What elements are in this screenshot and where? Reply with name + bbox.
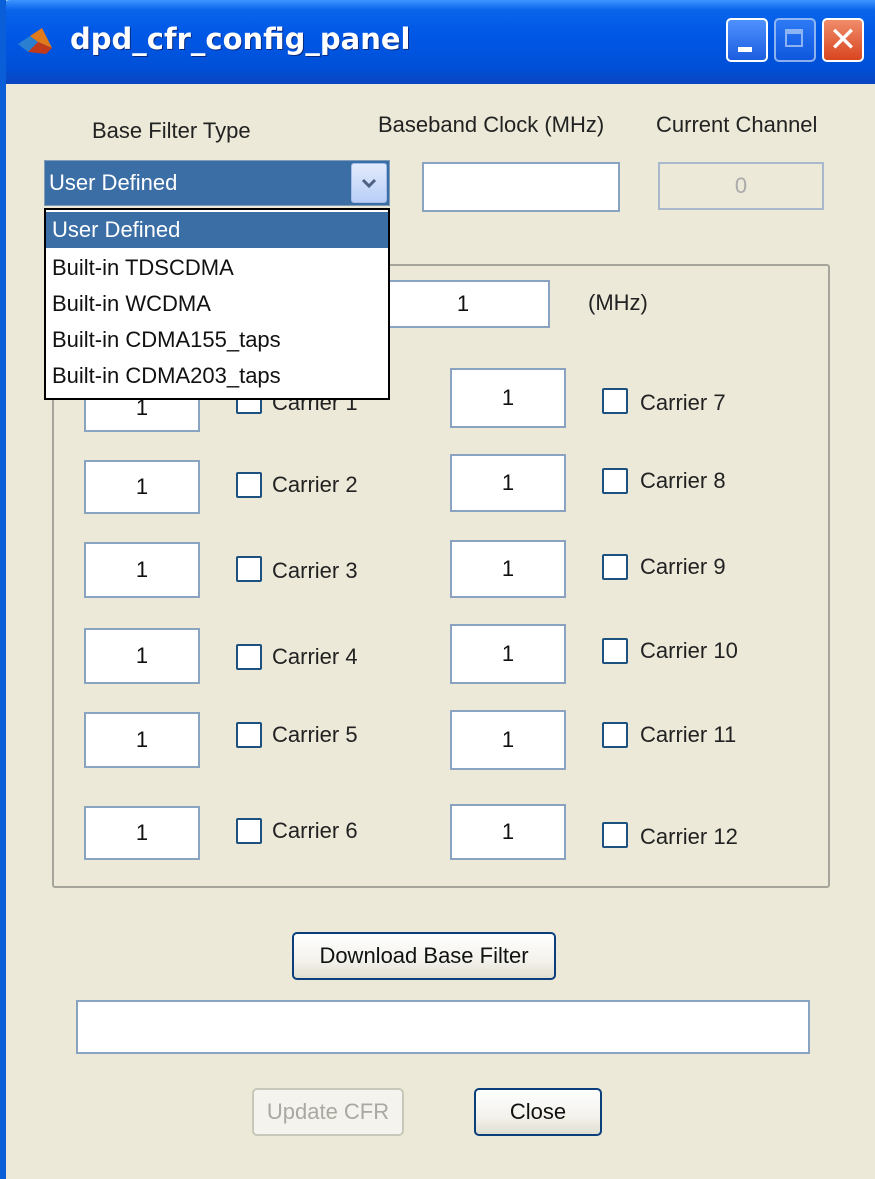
update-cfr-button: Update CFR [252,1088,404,1136]
carrier-12-checkbox[interactable] [602,822,628,848]
baseband-clock-label: Baseband Clock (MHz) [378,112,605,137]
carrier-4-label: Carrier 4 [272,644,358,669]
carrier-6-label: Carrier 6 [272,818,358,843]
carrier-7-label: Carrier 7 [640,390,726,415]
close-icon: ✕ [828,20,858,60]
carrier-3-label: Carrier 3 [272,558,358,583]
current-channel-field: 0 [658,162,824,210]
dropdown-option-cdma203[interactable]: Built-in CDMA203_taps [46,358,388,394]
baseband-clock-input[interactable] [422,162,620,212]
base-filter-type-select[interactable]: User Defined [44,160,390,206]
dropdown-option-user-defined[interactable]: User Defined [46,212,388,248]
carrier-2-value[interactable]: 1 [84,460,200,514]
dropdown-toggle[interactable] [351,163,387,203]
carrier-9-value[interactable]: 1 [450,540,566,598]
carrier-5-checkbox[interactable] [236,722,262,748]
carrier-3-checkbox[interactable] [236,556,262,582]
carrier-6-value[interactable]: 1 [84,806,200,860]
matlab-logo-icon [18,28,52,54]
bandwidth-unit-label: (MHz) [588,290,648,315]
carrier-12-value[interactable]: 1 [450,804,566,860]
carrier-10-label: Carrier 10 [640,638,738,663]
carrier-8-value[interactable]: 1 [450,454,566,512]
carrier-11-value[interactable]: 1 [450,710,566,770]
dropdown-option-cdma155[interactable]: Built-in CDMA155_taps [46,322,388,358]
carrier-2-checkbox[interactable] [236,472,262,498]
carrier-11-label: Carrier 11 [640,722,737,747]
download-base-filter-button[interactable]: Download Base Filter [292,932,556,980]
status-field[interactable] [76,1000,810,1054]
carrier-7-value[interactable]: 1 [450,368,566,428]
base-filter-type-label: Base Filter Type [92,118,251,143]
carrier-10-value[interactable]: 1 [450,624,566,684]
carrier-5-label: Carrier 5 [272,722,358,747]
title-bar[interactable]: dpd_cfr_config_panel ✕ [6,0,875,84]
carrier-8-checkbox[interactable] [602,468,628,494]
close-button[interactable]: Close [474,1088,602,1136]
carrier-4-checkbox[interactable] [236,644,262,670]
window-title: dpd_cfr_config_panel [70,22,411,56]
config-window: dpd_cfr_config_panel ✕ Base Filter Type … [0,0,875,1179]
carrier-2-label: Carrier 2 [272,472,358,497]
current-channel-label: Current Channel [656,112,818,137]
base-filter-selected-value: User Defined [49,170,178,195]
dropdown-option-tdscdma[interactable]: Built-in TDSCDMA [46,250,388,286]
close-window-button[interactable]: ✕ [822,18,864,62]
maximize-icon [785,29,803,47]
carrier-9-checkbox[interactable] [602,554,628,580]
carrier-9-label: Carrier 9 [640,554,726,579]
bandwidth-input[interactable]: 1 [376,280,550,328]
carrier-5-value[interactable]: 1 [84,712,200,768]
minimize-icon [738,47,752,52]
minimize-button[interactable] [726,18,768,62]
maximize-button[interactable] [774,18,816,62]
carrier-3-value[interactable]: 1 [84,542,200,598]
base-filter-dropdown-list: User Defined Built-in TDSCDMA Built-in W… [44,208,390,400]
carrier-11-checkbox[interactable] [602,722,628,748]
carrier-7-checkbox[interactable] [602,388,628,414]
carrier-6-checkbox[interactable] [236,818,262,844]
carrier-4-value[interactable]: 1 [84,628,200,684]
dropdown-option-wcdma[interactable]: Built-in WCDMA [46,286,388,322]
carrier-10-checkbox[interactable] [602,638,628,664]
carrier-8-label: Carrier 8 [640,468,726,493]
carrier-12-label: Carrier 12 [640,824,738,849]
chevron-down-icon [361,178,377,189]
